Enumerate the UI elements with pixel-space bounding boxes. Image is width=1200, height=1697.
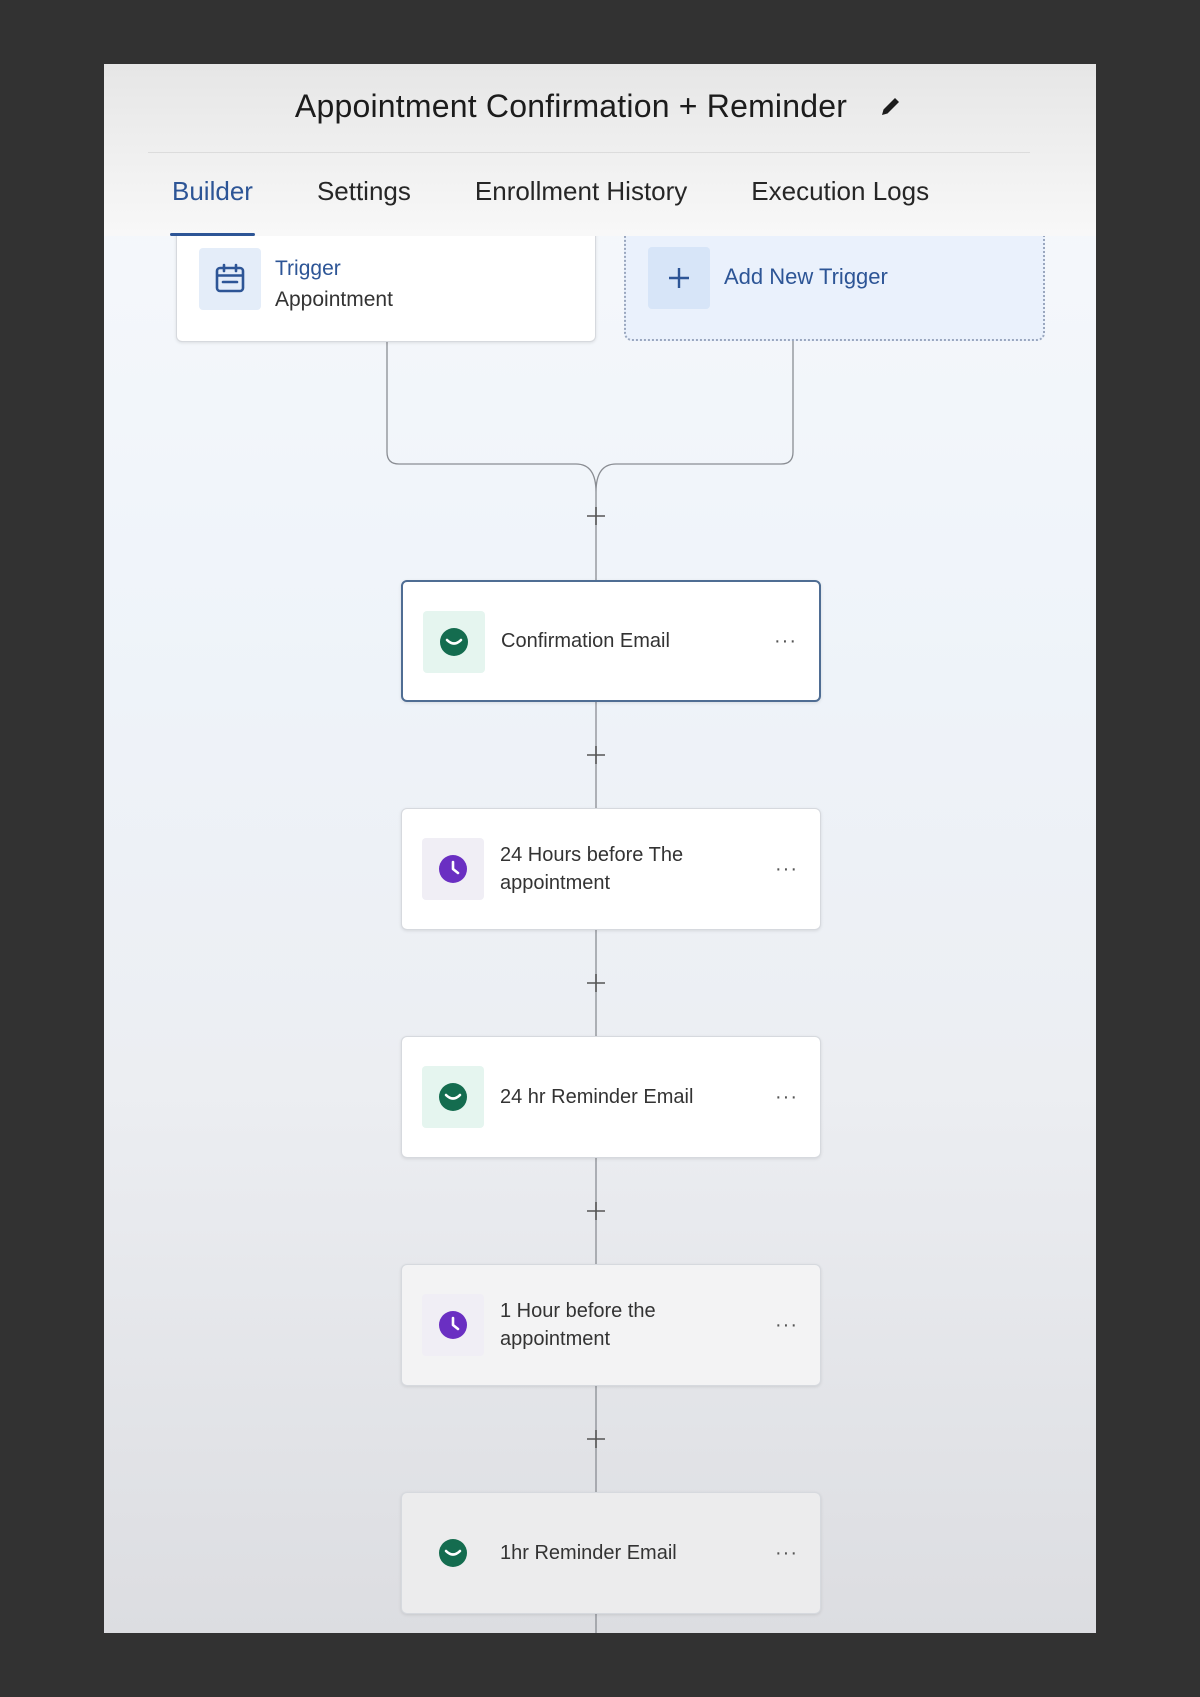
step-icon-tile bbox=[423, 611, 485, 673]
trigger-label: Trigger bbox=[275, 257, 341, 280]
trigger-value: Appointment bbox=[275, 288, 393, 311]
step-label: 24 Hours before The appointment bbox=[500, 844, 684, 894]
step-more-button[interactable]: ··· bbox=[775, 1087, 798, 1107]
trigger-icon-tile bbox=[199, 248, 261, 310]
step-icon-tile bbox=[422, 838, 484, 900]
tab-enrollment-history[interactable]: Enrollment History bbox=[475, 176, 687, 236]
add-step-button[interactable] bbox=[580, 967, 612, 999]
add-new-trigger-button[interactable]: Add New Trigger bbox=[624, 226, 1045, 341]
clock-icon bbox=[439, 1311, 467, 1339]
plus-icon bbox=[587, 1202, 605, 1220]
step-more-button[interactable]: ··· bbox=[774, 631, 797, 651]
step-label: Confirmation Email bbox=[501, 630, 670, 652]
step-label: 1 Hour before the appointment bbox=[500, 1300, 656, 1350]
tab-builder[interactable]: Builder bbox=[170, 176, 255, 236]
edit-title-button[interactable] bbox=[877, 92, 905, 120]
workflow-step-wait-1-hour[interactable]: 1 Hour before the appointment ··· bbox=[401, 1264, 821, 1386]
header-divider bbox=[148, 152, 1030, 153]
email-icon bbox=[439, 1539, 467, 1567]
plus-icon bbox=[587, 746, 605, 764]
step-more-button[interactable]: ··· bbox=[775, 859, 798, 879]
plus-icon bbox=[587, 1430, 605, 1448]
tab-settings[interactable]: Settings bbox=[317, 176, 411, 236]
email-icon bbox=[440, 628, 468, 656]
workflow-header: Appointment Confirmation + Reminder Buil… bbox=[104, 64, 1096, 236]
step-label: 24 hr Reminder Email bbox=[500, 1086, 694, 1108]
calendar-icon bbox=[215, 263, 245, 293]
pencil-icon bbox=[882, 98, 900, 115]
step-more-button[interactable]: ··· bbox=[775, 1543, 798, 1563]
workflow-step-1hr-reminder-email[interactable]: 1hr Reminder Email ··· bbox=[401, 1492, 821, 1614]
workflow-step-wait-24-hours[interactable]: 24 Hours before The appointment ··· bbox=[401, 808, 821, 930]
step-icon-tile bbox=[422, 1522, 484, 1584]
add-step-button[interactable] bbox=[580, 1195, 612, 1227]
step-icon-tile bbox=[422, 1066, 484, 1128]
tab-execution-logs[interactable]: Execution Logs bbox=[751, 176, 929, 236]
step-label: 1hr Reminder Email bbox=[500, 1542, 677, 1564]
add-trigger-icon-tile bbox=[648, 247, 710, 309]
email-icon bbox=[439, 1083, 467, 1111]
plus-icon bbox=[587, 507, 605, 525]
workflow-tabs: Builder Settings Enrollment History Exec… bbox=[170, 176, 993, 236]
add-step-button[interactable] bbox=[580, 500, 612, 532]
step-more-button[interactable]: ··· bbox=[775, 1315, 798, 1335]
plus-icon bbox=[587, 974, 605, 992]
plus-icon bbox=[669, 268, 689, 288]
step-icon-tile bbox=[422, 1294, 484, 1356]
workflow-builder: Appointment Confirmation + Reminder Buil… bbox=[104, 64, 1096, 1633]
add-step-button[interactable] bbox=[580, 1423, 612, 1455]
workflow-step-confirmation-email[interactable]: Confirmation Email ··· bbox=[401, 580, 821, 702]
workflow-title: Appointment Confirmation + Reminder bbox=[294, 87, 848, 124]
add-step-button[interactable] bbox=[580, 739, 612, 771]
clock-icon bbox=[439, 855, 467, 883]
add-trigger-label: Add New Trigger bbox=[724, 264, 888, 289]
workflow-step-24hr-reminder-email[interactable]: 24 hr Reminder Email ··· bbox=[401, 1036, 821, 1158]
trigger-card[interactable]: Trigger Appointment bbox=[176, 226, 596, 342]
